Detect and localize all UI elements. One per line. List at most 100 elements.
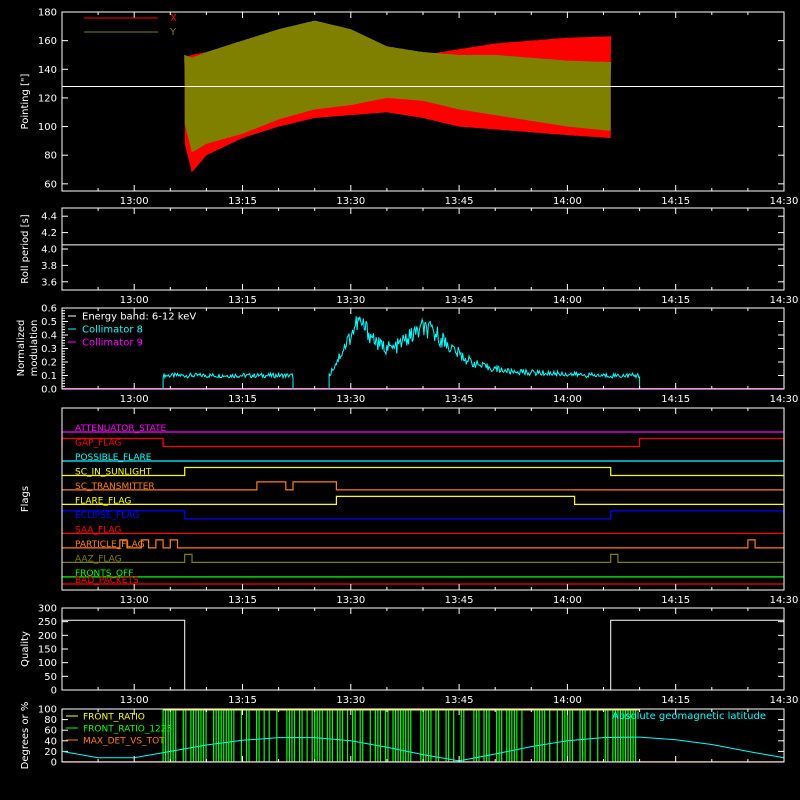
y-tick-label: 0.3 bbox=[41, 344, 57, 355]
y-axis-label: Roll period [s] bbox=[20, 214, 31, 283]
y-tick-label: 180 bbox=[38, 8, 57, 19]
x-tick-label: 14:30 bbox=[770, 295, 799, 306]
x-tick-label: 13:00 bbox=[120, 196, 149, 207]
y-tick-label: 20 bbox=[44, 747, 57, 758]
legend-y-label: Y bbox=[169, 27, 177, 38]
x-tick-label: 14:00 bbox=[553, 595, 582, 606]
flag-line-particle-flag bbox=[62, 539, 784, 549]
y-tick-label: 80 bbox=[44, 151, 57, 162]
y-axis-label: Degrees or % bbox=[20, 702, 31, 770]
legend-label: FRONT_RATIO_1225 bbox=[83, 725, 172, 735]
y-tick-label: 4.2 bbox=[41, 228, 57, 239]
y-tick-label: 250 bbox=[38, 617, 57, 628]
x-tick-label: 14:30 bbox=[770, 695, 799, 706]
flag-line-sc-in-sunlight bbox=[62, 466, 784, 477]
y-tick-label: 300 bbox=[38, 604, 57, 615]
x-tick-label: 13:00 bbox=[120, 295, 149, 306]
y-axis-label: Quality bbox=[20, 631, 31, 667]
y-tick-label: 0 bbox=[51, 758, 57, 769]
y-tick-label: 0 bbox=[51, 686, 57, 697]
x-tick-label: 14:15 bbox=[661, 196, 690, 207]
y-tick-label: 4.0 bbox=[41, 245, 57, 256]
y-tick-label: 60 bbox=[44, 726, 57, 737]
x-tick-label: 13:15 bbox=[228, 394, 257, 405]
x-tick-label: 13:45 bbox=[445, 695, 474, 706]
x-tick-label: 14:00 bbox=[553, 295, 582, 306]
x-tick-label: 13:30 bbox=[336, 595, 365, 606]
y-tick-label: 0.4 bbox=[41, 331, 57, 342]
x-tick-label: 13:30 bbox=[336, 196, 365, 207]
x-tick-label: 13:15 bbox=[228, 295, 257, 306]
y-tick-label: 3.6 bbox=[41, 277, 57, 288]
x-tick-label: 14:15 bbox=[661, 695, 690, 706]
y-axis-label: Normalized bbox=[16, 320, 27, 377]
x-tick-label: 14:15 bbox=[661, 295, 690, 306]
flag-label: GAP_FLAG bbox=[75, 438, 121, 448]
y-tick-label: 150 bbox=[38, 645, 57, 656]
flag-line-flare-flag bbox=[62, 495, 784, 505]
y-tick-label: 4.4 bbox=[41, 212, 57, 223]
y-tick-label: 100 bbox=[38, 658, 57, 669]
y-axis-label: modulation bbox=[29, 320, 40, 377]
x-tick-label: 13:00 bbox=[120, 695, 149, 706]
y-tick-label: 100 bbox=[38, 705, 57, 716]
x-tick-label: 13:15 bbox=[228, 196, 257, 207]
collimator8-segment bbox=[328, 316, 641, 389]
collimator8-segment bbox=[162, 371, 294, 389]
y-tick-label: 60 bbox=[44, 179, 57, 190]
figure: 608010012014016018013:00 13:15 13:30 13:45 1… bbox=[16, 8, 799, 770]
x-tick-label: 13:30 bbox=[336, 394, 365, 405]
flag-label: SC_TRANSMITTER bbox=[75, 482, 155, 492]
flag-line-aaz-flag bbox=[62, 553, 784, 563]
flag-label: ATTENUATOR_STATE bbox=[75, 424, 167, 434]
latitude-annotation: Absolute geomagnetic latitude bbox=[612, 711, 766, 722]
y-axis-label: Flags bbox=[20, 486, 31, 512]
y-tick-label: 0.0 bbox=[41, 385, 57, 396]
x-tick-label: 13:45 bbox=[445, 595, 474, 606]
x-tick-label: 13:30 bbox=[336, 695, 365, 706]
y-axis-label: Pointing ["] bbox=[20, 73, 31, 129]
flag-label: SC_IN_SUNLIGHT bbox=[75, 467, 152, 477]
y-tick-label: 0.6 bbox=[41, 304, 57, 315]
x-tick-label: 14:15 bbox=[661, 595, 690, 606]
x-tick-label: 14:15 bbox=[661, 394, 690, 405]
y-tick-label: 50 bbox=[44, 672, 57, 683]
y-tick-label: 120 bbox=[38, 93, 57, 104]
y-tick-label: 0.5 bbox=[41, 317, 57, 328]
x-tick-label: 13:00 bbox=[120, 394, 149, 405]
x-tick-label: 14:30 bbox=[770, 595, 799, 606]
flag-label: FLARE_FLAG bbox=[75, 496, 131, 506]
x-tick-label: 13:00 bbox=[120, 595, 149, 606]
x-tick-label: 13:45 bbox=[445, 196, 474, 207]
x-tick-label: 14:00 bbox=[553, 196, 582, 207]
flag-line-gap-flag bbox=[61, 437, 785, 448]
x-tick-label: 13:15 bbox=[228, 695, 257, 706]
y-tick-label: 160 bbox=[38, 36, 57, 47]
legend-label: Collimator 8 bbox=[82, 325, 143, 336]
legend-label: MAX_DET_VS_TOT bbox=[83, 737, 165, 747]
flag-label: AAZ_FLAG bbox=[75, 554, 122, 564]
y-tick-label: 100 bbox=[38, 122, 57, 133]
x-tick-label: 14:30 bbox=[770, 394, 799, 405]
x-tick-label: 13:15 bbox=[228, 595, 257, 606]
x-tick-label: 13:45 bbox=[445, 295, 474, 306]
legend-label: FRONT_RATIO bbox=[83, 713, 145, 723]
flag-line-eclipse-flag bbox=[61, 510, 785, 520]
x-tick-label: 14:00 bbox=[553, 394, 582, 405]
quality-line bbox=[62, 619, 784, 691]
x-tick-label: 13:30 bbox=[336, 295, 365, 306]
y-tick-label: 0.2 bbox=[41, 358, 57, 369]
legend-label: Energy band: 6-12 keV bbox=[82, 312, 196, 323]
flag-label: SAA_FLAG bbox=[75, 525, 121, 535]
roll-panel-frame bbox=[61, 207, 785, 291]
y-tick-label: 40 bbox=[44, 736, 57, 747]
flag-line-sc-transmitter bbox=[62, 481, 784, 491]
flag-label: PARTICLE_FLAG bbox=[75, 540, 145, 550]
flag-label: BAD_PACKETS bbox=[75, 576, 139, 586]
y-tick-label: 200 bbox=[38, 631, 57, 642]
y-tick-label: 3.8 bbox=[41, 261, 57, 272]
flag-label: POSSIBLE_FLARE bbox=[75, 453, 152, 463]
flag-label: ECLIPSE_FLAG bbox=[75, 511, 139, 521]
y-tick-label: 0.1 bbox=[41, 371, 57, 382]
x-tick-label: 14:30 bbox=[770, 196, 799, 207]
